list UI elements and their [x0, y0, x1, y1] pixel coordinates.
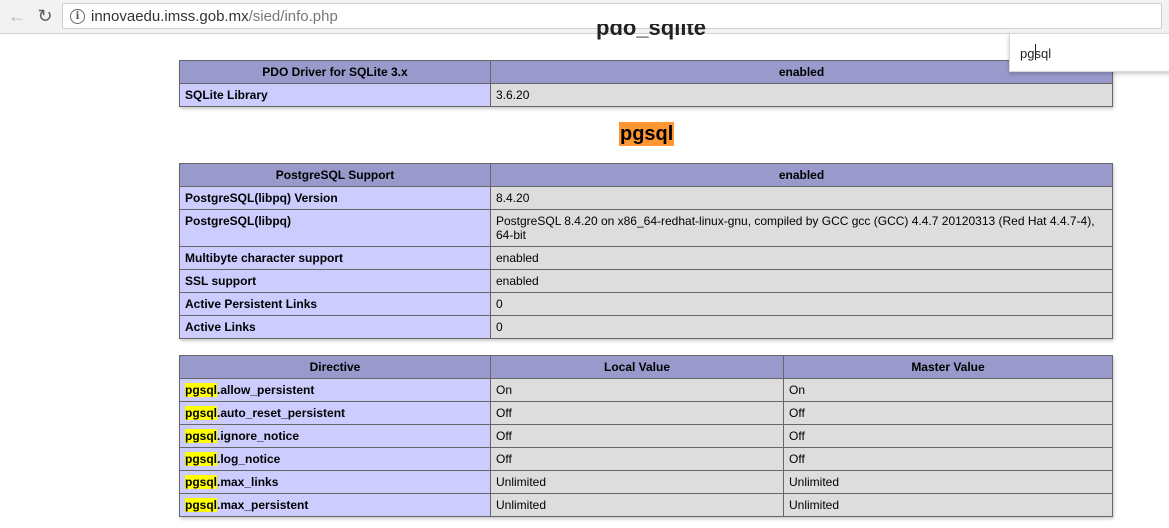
directive-name: pgsql.allow_persistent	[179, 378, 491, 402]
table-row: SQLite Library 3.6.20	[179, 83, 1113, 107]
find-bar: pgsql	[1009, 33, 1169, 72]
pgsql-support-table: PostgreSQL Support enabled PostgreSQL(li…	[179, 163, 1113, 339]
table-row: PostgreSQL(libpq) PostgreSQL 8.4.20 on x…	[179, 209, 1113, 247]
local-value: Unlimited	[490, 470, 784, 494]
table-row: SSL support enabled	[179, 269, 1113, 293]
row-value: 8.4.20	[490, 186, 1113, 210]
table-row: pgsql.max_persistent Unlimited Unlimited	[179, 493, 1113, 517]
master-value: Off	[783, 447, 1113, 471]
row-value: 0	[490, 315, 1113, 339]
browser-toolbar: ← ↻ i innovaedu.imss.gob.mx/sied/info.ph…	[0, 0, 1169, 34]
row-label: Multibyte character support	[179, 246, 491, 270]
search-match-highlight: pgsql	[185, 383, 217, 397]
local-value: Unlimited	[490, 493, 784, 517]
master-value: Unlimited	[783, 493, 1113, 517]
local-value: On	[490, 378, 784, 402]
table-header-cell: PostgreSQL Support	[179, 163, 491, 187]
table-header-cell: Directive	[179, 355, 491, 379]
row-label: PostgreSQL(libpq)	[179, 209, 491, 247]
row-value: enabled	[490, 269, 1113, 293]
table-header-cell: PDO Driver for SQLite 3.x	[179, 60, 491, 84]
pdo-sqlite-table: PDO Driver for SQLite 3.x enabled SQLite…	[179, 60, 1113, 107]
directive-suffix: .log_notice	[217, 452, 281, 466]
table-row: Multibyte character support enabled	[179, 246, 1113, 270]
row-value: 3.6.20	[490, 83, 1113, 107]
master-value: On	[783, 378, 1113, 402]
url-host: innovaedu.imss.gob.mx	[91, 8, 249, 25]
url-text[interactable]: innovaedu.imss.gob.mx/sied/info.php	[91, 8, 338, 25]
search-match-highlight: pgsql	[185, 475, 217, 489]
local-value: Off	[490, 424, 784, 448]
table-row: Active Links 0	[179, 315, 1113, 339]
info-icon[interactable]: i	[70, 9, 85, 24]
search-match-highlight: pgsql	[185, 429, 217, 443]
table-header-cell: Local Value	[490, 355, 784, 379]
search-match-highlight: pgsql	[185, 406, 217, 420]
table-row: Active Persistent Links 0	[179, 292, 1113, 316]
back-arrow-icon[interactable]: ←	[6, 5, 28, 27]
directive-name: pgsql.auto_reset_persistent	[179, 401, 491, 425]
pgsql-directive-table: Directive Local Value Master Value pgsql…	[179, 355, 1113, 517]
row-label: Active Persistent Links	[179, 292, 491, 316]
master-value: Off	[783, 401, 1113, 425]
section-heading-pdo-sqlite: pdo_sqlite	[596, 24, 707, 40]
text-cursor	[1035, 44, 1036, 60]
table-row: pgsql.auto_reset_persistent Off Off	[179, 401, 1113, 425]
table-row: pgsql.allow_persistent On On	[179, 378, 1113, 402]
table-row: pgsql.ignore_notice Off Off	[179, 424, 1113, 448]
url-path: /sied/info.php	[248, 8, 338, 25]
search-match-highlight: pgsql	[185, 452, 217, 466]
table-header-cell: enabled	[490, 163, 1113, 187]
row-value: enabled	[490, 246, 1113, 270]
directive-suffix: .ignore_notice	[217, 429, 300, 443]
table-header-cell: Master Value	[783, 355, 1113, 379]
local-value: Off	[490, 401, 784, 425]
local-value: Off	[490, 447, 784, 471]
search-match-highlight: pgsql	[185, 498, 217, 512]
directive-name: pgsql.max_persistent	[179, 493, 491, 517]
row-label: SQLite Library	[179, 83, 491, 107]
directive-suffix: .allow_persistent	[217, 383, 315, 397]
directive-name: pgsql.ignore_notice	[179, 424, 491, 448]
directive-name: pgsql.log_notice	[179, 447, 491, 471]
master-value: Off	[783, 424, 1113, 448]
table-row: PostgreSQL(libpq) Version 8.4.20	[179, 186, 1113, 210]
master-value: Unlimited	[783, 470, 1113, 494]
section-title-pgsql: pgsql	[619, 122, 675, 146]
table-row: pgsql.max_links Unlimited Unlimited	[179, 470, 1113, 494]
directive-suffix: .max_persistent	[217, 498, 309, 512]
row-value: 0	[490, 292, 1113, 316]
row-label: PostgreSQL(libpq) Version	[179, 186, 491, 210]
row-label: SSL support	[179, 269, 491, 293]
reload-icon[interactable]: ↻	[34, 5, 56, 27]
row-label: Active Links	[179, 315, 491, 339]
directive-suffix: .max_links	[217, 475, 279, 489]
directive-suffix: .auto_reset_persistent	[217, 406, 346, 420]
directive-name: pgsql.max_links	[179, 470, 491, 494]
table-row: pgsql.log_notice Off Off	[179, 447, 1113, 471]
row-value: PostgreSQL 8.4.20 on x86_64-redhat-linux…	[490, 209, 1113, 247]
